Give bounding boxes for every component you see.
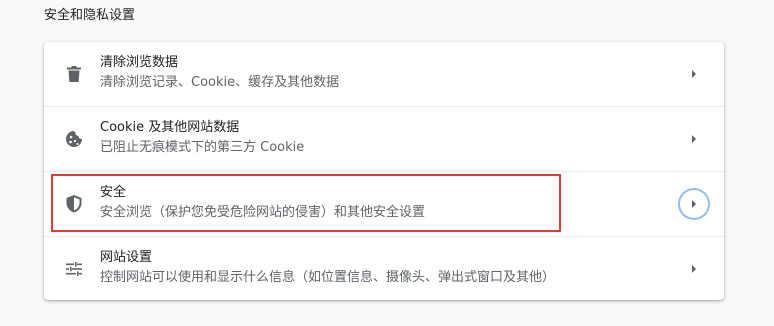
tune-icon — [64, 259, 84, 279]
row-subtitle: 安全浏览（保护您免受危险网站的侵害）和其他安全设置 — [100, 205, 426, 220]
row-clear-browsing-data[interactable]: 清除浏览数据 清除浏览记录、Cookie、缓存及其他数据 — [44, 42, 724, 106]
trash-icon — [64, 64, 84, 84]
section-title: 安全和隐私设置 — [44, 8, 136, 23]
chevron-right-icon[interactable] — [686, 261, 702, 277]
row-security[interactable]: 安全 安全浏览（保护您免受危险网站的侵害）和其他安全设置 — [44, 172, 724, 236]
row-cookies[interactable]: Cookie 及其他网站数据 已阻止无痕模式下的第三方 Cookie — [44, 107, 724, 171]
row-title: 网站设置 — [100, 250, 153, 265]
row-subtitle: 控制网站可以使用和显示什么信息（如位置信息、摄像头、弹出式窗口及其他） — [100, 270, 556, 285]
row-title: 安全 — [100, 185, 127, 200]
row-site-settings[interactable]: 网站设置 控制网站可以使用和显示什么信息（如位置信息、摄像头、弹出式窗口及其他） — [44, 237, 724, 301]
row-title: 清除浏览数据 — [100, 55, 179, 70]
row-subtitle: 已阻止无痕模式下的第三方 Cookie — [100, 140, 305, 155]
row-title: Cookie 及其他网站数据 — [100, 120, 240, 135]
cookie-icon — [64, 129, 84, 149]
chevron-right-icon[interactable] — [686, 66, 702, 82]
chevron-right-icon[interactable] — [678, 188, 710, 220]
privacy-settings-card: 清除浏览数据 清除浏览记录、Cookie、缓存及其他数据 Cookie 及其他网… — [44, 42, 724, 300]
row-subtitle: 清除浏览记录、Cookie、缓存及其他数据 — [100, 75, 340, 90]
chevron-right-icon[interactable] — [686, 131, 702, 147]
shield-icon — [64, 194, 84, 214]
